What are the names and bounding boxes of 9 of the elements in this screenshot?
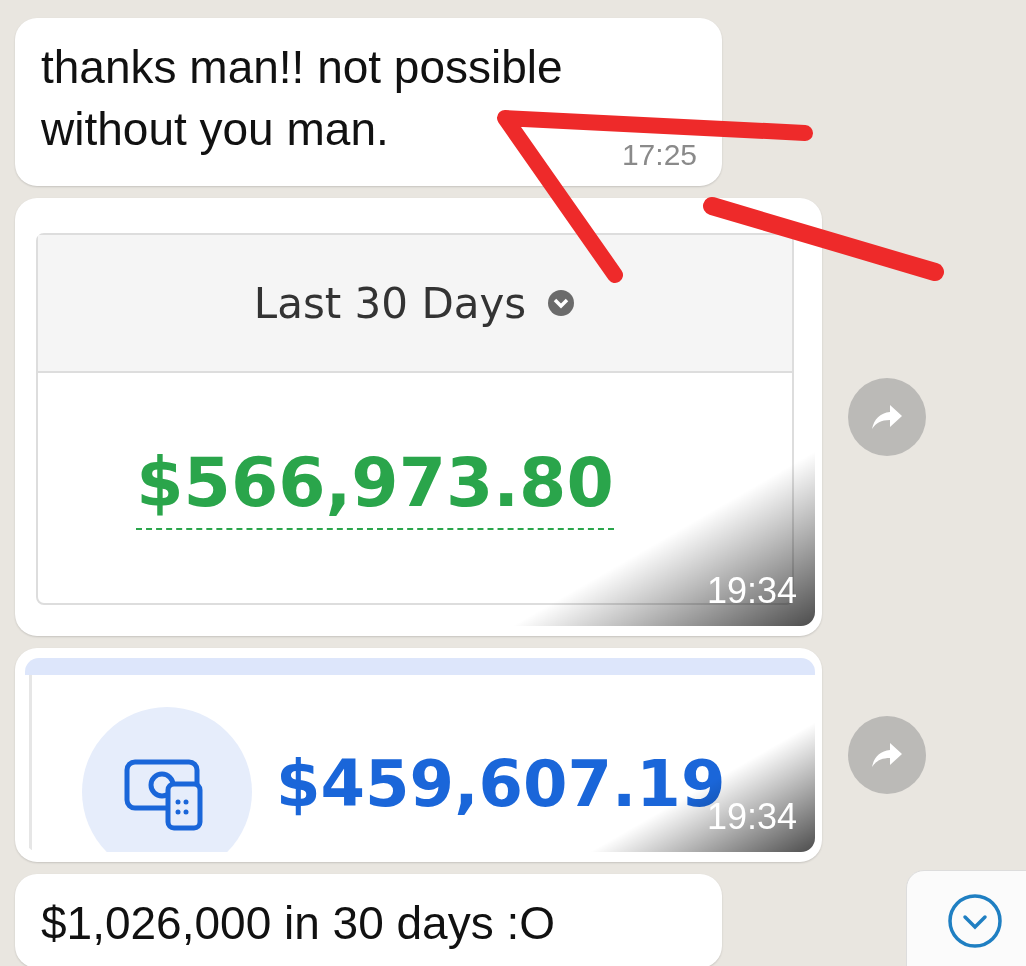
message-text: thanks man!! not possible without you man. [41, 40, 564, 157]
message-text: $1,026,000 in 30 days :O [41, 896, 557, 951]
chevron-down-icon [947, 893, 1003, 949]
image-message[interactable]: Last 30 Days $566,973.80 19:34 [15, 198, 822, 636]
dropdown-icon [546, 288, 577, 318]
message-time: 19:34 [706, 570, 797, 612]
message-time: 17:25 [621, 138, 697, 172]
revenue-amount: $566,973.80 [136, 443, 614, 530]
period-label: Last 30 Days [253, 278, 527, 328]
